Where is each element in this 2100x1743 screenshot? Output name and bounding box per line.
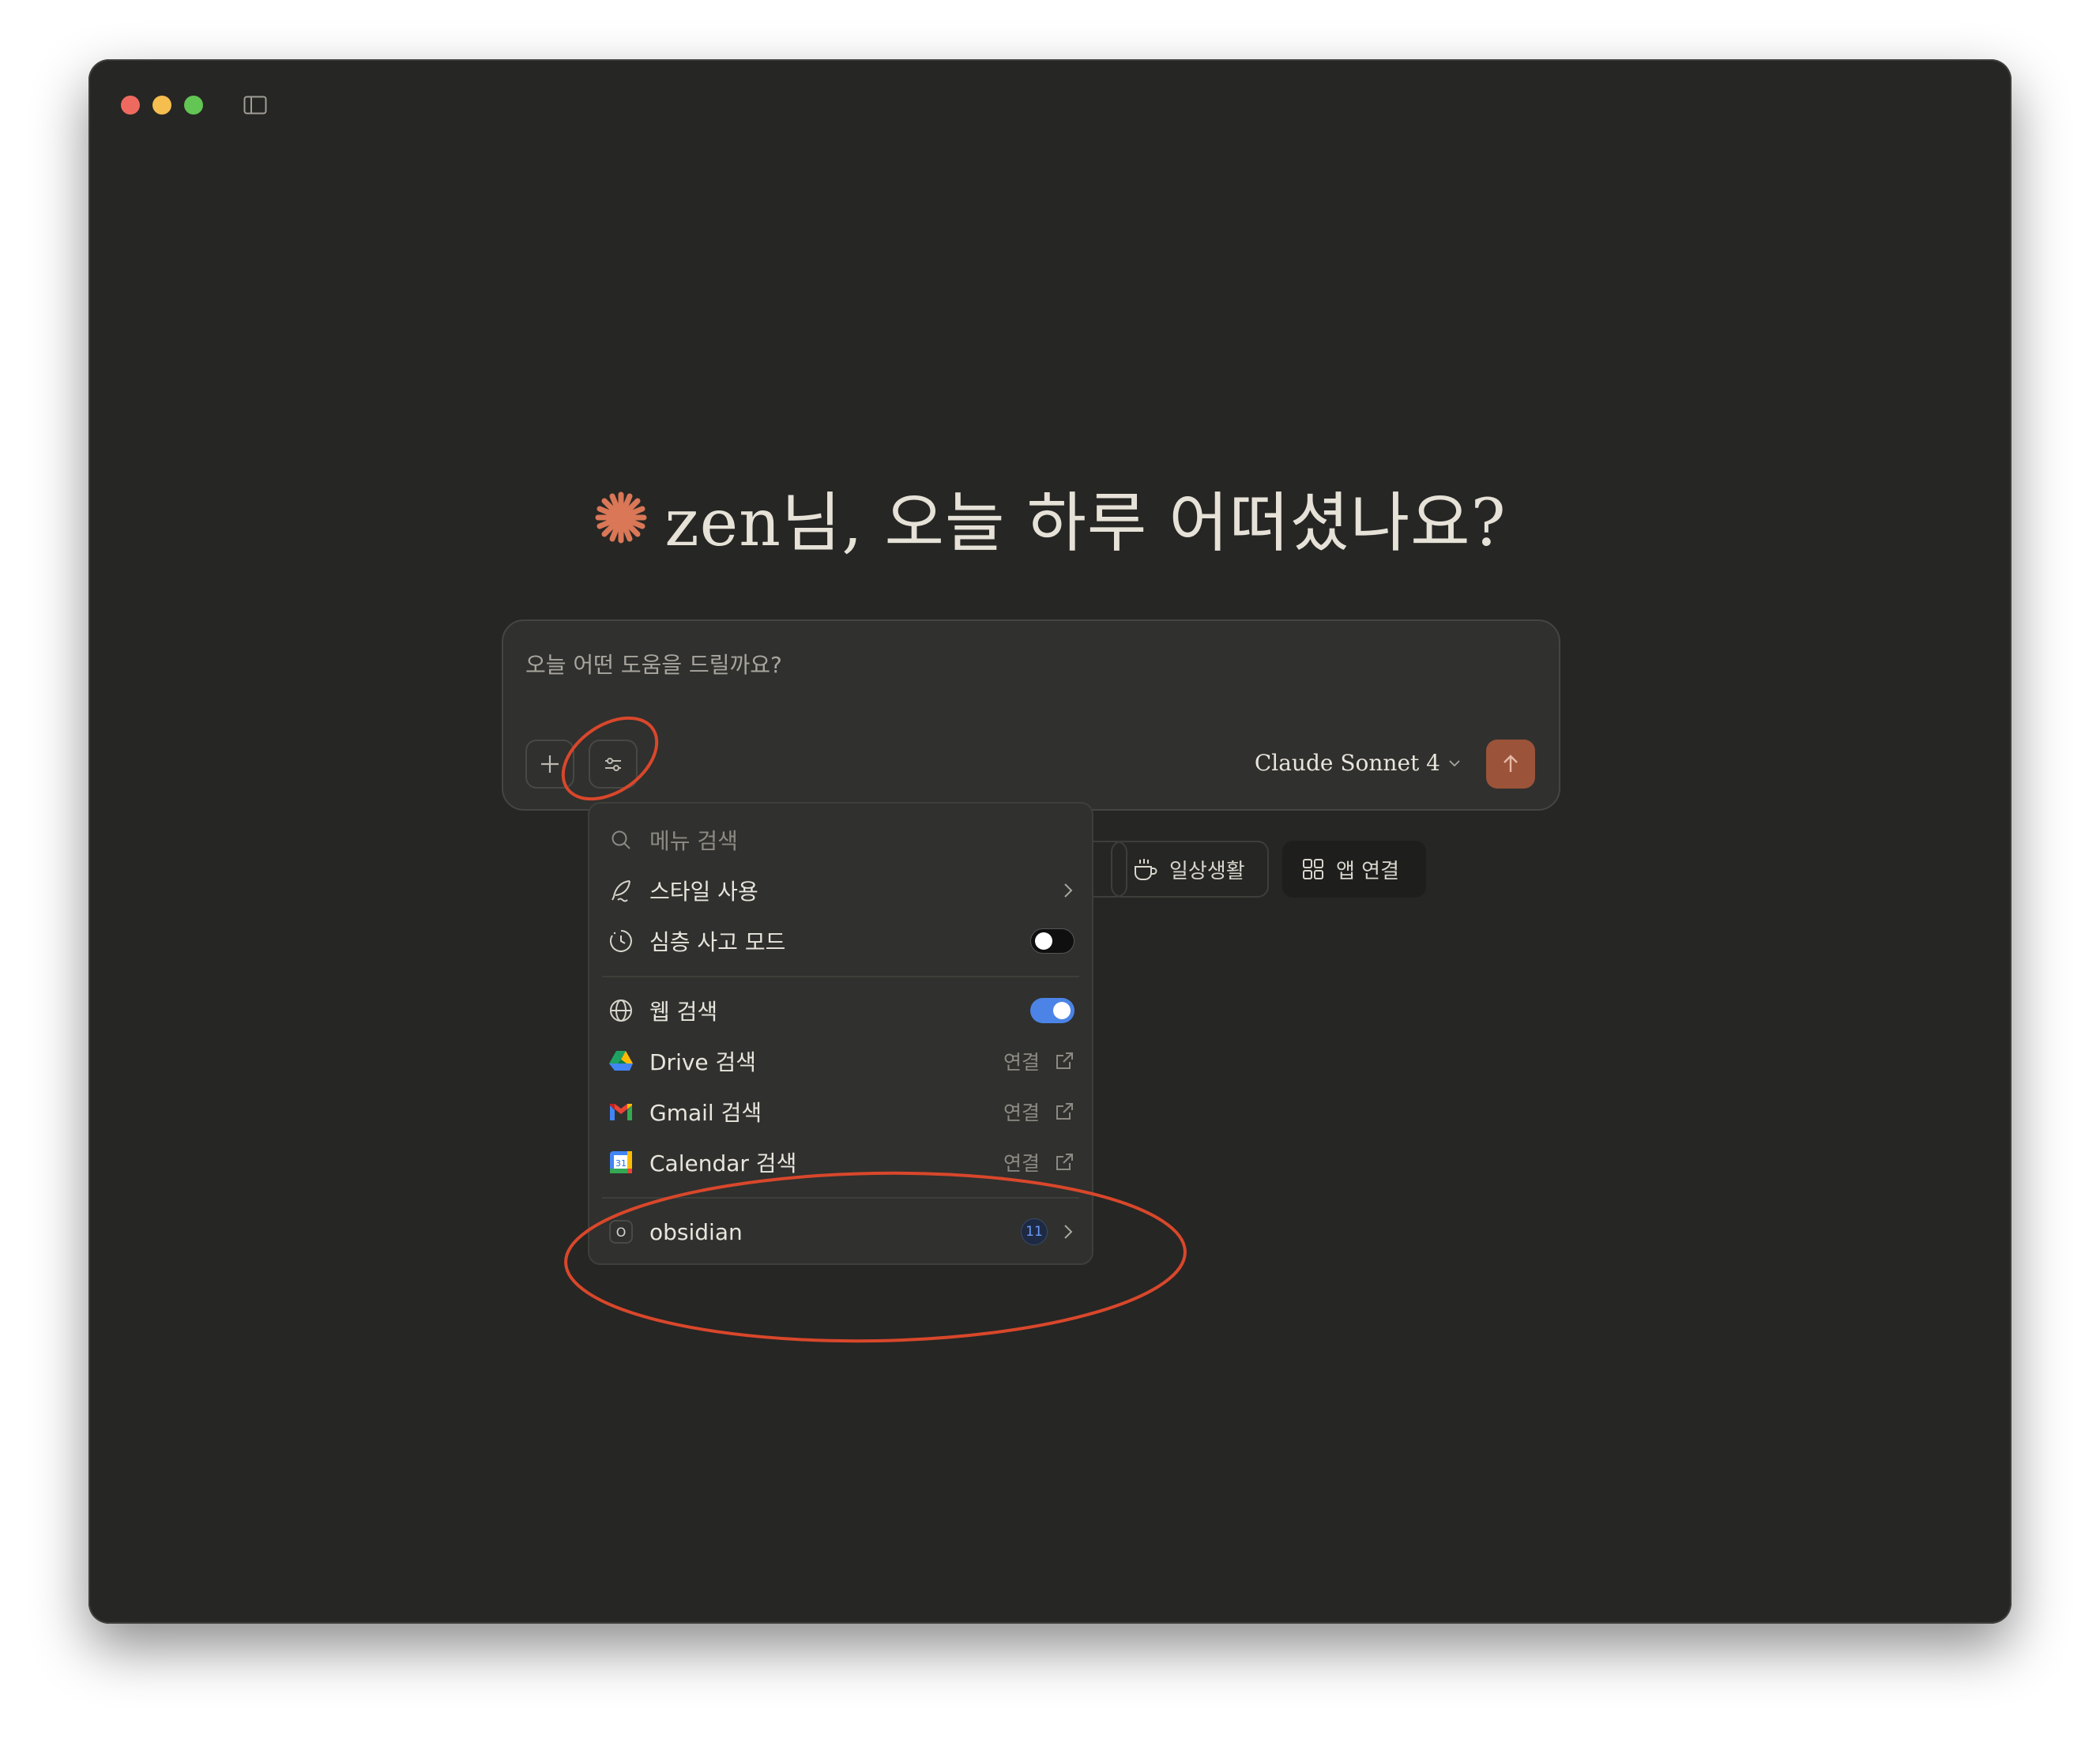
- menu-item-web-search[interactable]: 웹 검색: [589, 985, 1092, 1036]
- gmail-icon: [607, 1097, 635, 1126]
- menu-item-deep-thinking-label: 심층 사고 모드: [649, 929, 786, 955]
- chevron-right-icon: [1064, 1225, 1073, 1239]
- menu-item-style-label: 스타일 사용: [649, 879, 758, 905]
- menu-divider: [602, 976, 1079, 977]
- arrow-up-icon: [1503, 755, 1518, 772]
- menu-item-obsidian-label: obsidian: [649, 1218, 743, 1245]
- menu-item-obsidian[interactable]: O obsidian 11: [589, 1207, 1092, 1257]
- message-input[interactable]: 오늘 어떤 도움을 드릴까요?: [525, 648, 782, 680]
- menu-item-gmail-label: Gmail 검색: [649, 1100, 762, 1126]
- claude-spark-icon: [595, 491, 647, 543]
- coffee-cup-icon: [1135, 859, 1157, 880]
- external-link-icon[interactable]: [1054, 1101, 1074, 1122]
- menu-item-drive-search[interactable]: Drive 검색 연결: [589, 1036, 1092, 1086]
- close-window-button[interactable]: [121, 96, 140, 115]
- obsidian-tool-count-badge: 11: [1021, 1218, 1048, 1245]
- obsidian-icon: O: [609, 1220, 633, 1244]
- add-content-button[interactable]: [525, 740, 574, 789]
- calendar-icon-text: 31: [615, 1158, 627, 1169]
- menu-search[interactable]: 메뉴 검색: [589, 815, 1092, 865]
- send-button[interactable]: [1486, 740, 1535, 789]
- clock-icon: [607, 927, 635, 955]
- app-window: zen님, 오늘 하루 어떠셨나요? 오늘 어떤 도움을 드릴까요? Claud…: [88, 59, 2012, 1624]
- chip-daily-life-label: 일상생활: [1169, 859, 1245, 883]
- model-selector[interactable]: Claude Sonnet 4: [1255, 750, 1461, 776]
- feather-pen-icon: [607, 876, 635, 905]
- menu-divider: [602, 1197, 1079, 1199]
- globe-icon: [607, 996, 635, 1025]
- menu-search-input[interactable]: 메뉴 검색: [649, 824, 738, 856]
- greeting: zen님, 오늘 하루 어떠셨나요?: [88, 470, 2012, 565]
- chip-daily-life[interactable]: 일상생활: [1111, 841, 1269, 898]
- zoom-window-button[interactable]: [184, 96, 203, 115]
- chevron-down-icon: [1449, 759, 1460, 766]
- menu-item-gmail-search[interactable]: Gmail 검색 연결: [589, 1086, 1092, 1137]
- menu-item-calendar-label: Calendar 검색: [649, 1150, 797, 1176]
- tools-settings-button[interactable]: [589, 740, 638, 789]
- google-calendar-icon: 31: [607, 1148, 635, 1176]
- chip-connect-apps-label: 앱 연결: [1336, 859, 1400, 883]
- greeting-text: zen님, 오늘 하루 어떠셨나요?: [664, 486, 1507, 561]
- menu-item-deep-thinking[interactable]: 심층 사고 모드: [589, 916, 1092, 966]
- gmail-connect-label[interactable]: 연결: [1003, 1097, 1040, 1126]
- search-icon: [607, 826, 635, 854]
- chevron-right-icon: [1064, 883, 1073, 898]
- menu-item-style[interactable]: 스타일 사용: [589, 865, 1092, 916]
- model-label: Claude Sonnet 4: [1254, 750, 1440, 776]
- tools-menu: 메뉴 검색 스타일 사용 심층 사고 모드 웹 검색 Drive 검색 연결 G…: [588, 802, 1093, 1265]
- google-drive-icon: [607, 1047, 635, 1075]
- sidebar-icon[interactable]: [243, 96, 267, 115]
- sliders-icon: [605, 758, 621, 771]
- menu-item-drive-label: Drive 검색: [649, 1049, 757, 1075]
- external-link-icon[interactable]: [1054, 1152, 1074, 1173]
- minimize-window-button[interactable]: [152, 96, 171, 115]
- grid-icon: [1303, 859, 1323, 879]
- web-search-toggle[interactable]: [1030, 998, 1074, 1023]
- message-composer[interactable]: 오늘 어떤 도움을 드릴까요? Claude Sonnet 4: [502, 619, 1560, 811]
- menu-item-calendar-search[interactable]: 31 Calendar 검색 연결: [589, 1137, 1092, 1188]
- menu-item-web-search-label: 웹 검색: [649, 999, 718, 1025]
- plus-icon: [541, 755, 559, 773]
- calendar-connect-label[interactable]: 연결: [1003, 1148, 1040, 1176]
- chip-connect-apps[interactable]: 앱 연결: [1282, 841, 1426, 898]
- drive-connect-label[interactable]: 연결: [1003, 1047, 1040, 1075]
- external-link-icon[interactable]: [1054, 1051, 1074, 1071]
- deep-thinking-toggle[interactable]: [1030, 928, 1074, 954]
